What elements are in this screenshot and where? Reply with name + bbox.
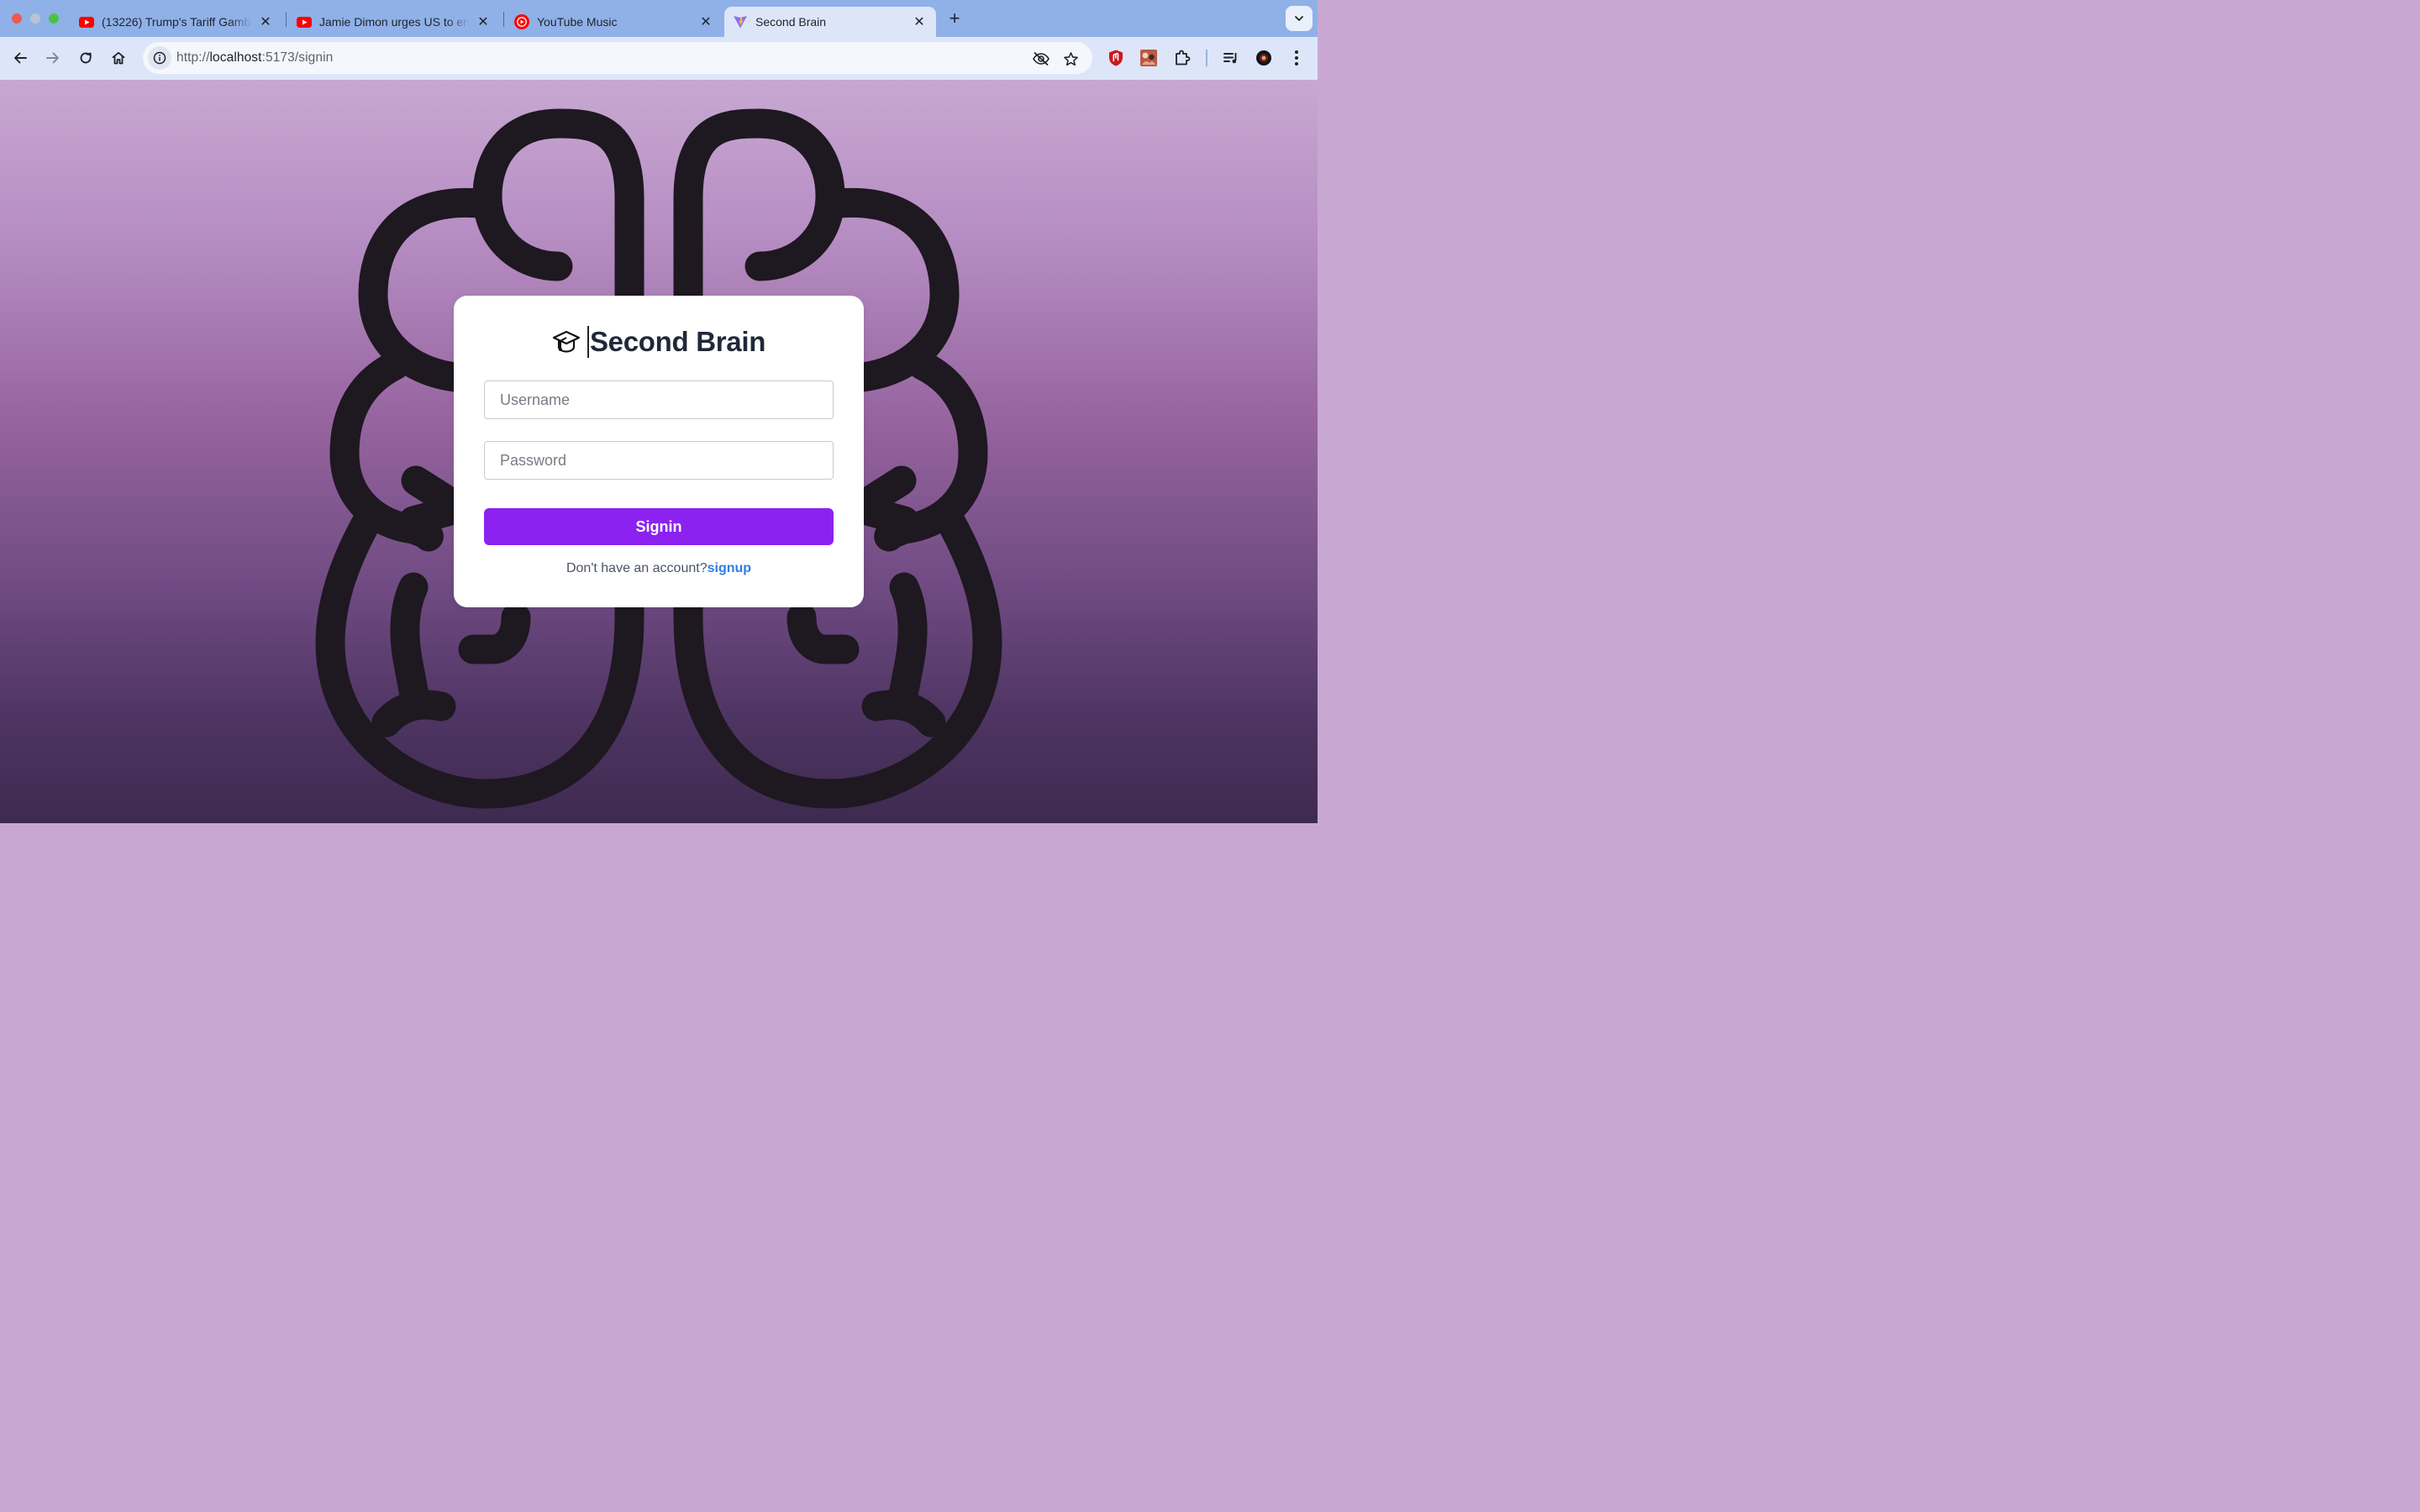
tab-jamie-dimon[interactable]: Jamie Dimon urges US to engage ✕ [288, 7, 500, 37]
youtube-icon [297, 14, 312, 29]
home-icon[interactable] [108, 47, 129, 69]
site-info-icon[interactable] [148, 46, 171, 70]
youtube-icon [79, 14, 94, 29]
tab-divider [286, 12, 287, 27]
browser-toolbar: http://localhost:5173/signin [0, 37, 1318, 80]
eye-off-icon[interactable] [1032, 50, 1050, 68]
tab-title: (13226) Trump's Tariff Gamble [102, 15, 252, 29]
window-maximize-button[interactable] [49, 13, 59, 24]
tab-close-icon[interactable]: ✕ [257, 13, 274, 30]
new-tab-icon[interactable]: + [944, 8, 965, 29]
tab-trump-tariff[interactable]: (13226) Trump's Tariff Gamble ✕ [71, 7, 282, 37]
reload-icon[interactable] [75, 47, 97, 69]
signin-card: Second Brain Signin Don't have an accoun… [454, 296, 864, 607]
url-path: :5173/signin [261, 50, 334, 65]
back-icon[interactable] [9, 47, 31, 69]
profile-avatar[interactable] [1254, 48, 1274, 68]
page-viewport: Second Brain Signin Don't have an accoun… [0, 80, 1318, 823]
toolbar-divider [1206, 50, 1207, 66]
tab-divider [503, 12, 504, 27]
forward-icon[interactable] [42, 47, 64, 69]
brand-header: Second Brain [454, 326, 864, 358]
url-text[interactable]: http://localhost:5173/signin [176, 50, 333, 66]
tab-youtube-music[interactable]: YouTube Music ✕ [506, 7, 723, 37]
tab-title: Jamie Dimon urges US to engage [319, 15, 470, 29]
password-input[interactable] [484, 441, 834, 480]
puzzle-icon[interactable] [1172, 48, 1192, 68]
url-host: localhost [209, 50, 262, 65]
signin-button[interactable]: Signin [484, 508, 834, 545]
address-bar[interactable]: http://localhost:5173/signin [143, 42, 1092, 74]
extension-image-icon[interactable] [1139, 48, 1159, 68]
tab-close-icon[interactable]: ✕ [697, 13, 714, 30]
youtube-music-icon [514, 14, 529, 29]
vite-icon [733, 14, 748, 29]
graduation-cap-icon [552, 328, 581, 356]
tab-close-icon[interactable]: ✕ [911, 13, 928, 30]
username-input[interactable] [484, 381, 834, 419]
window-minimize-button[interactable] [30, 13, 40, 24]
ublock-icon[interactable] [1106, 48, 1126, 68]
signup-prompt: Don't have an account? [566, 561, 708, 575]
tab-second-brain[interactable]: Second Brain ✕ [724, 7, 936, 37]
brand-title: Second Brain [589, 326, 766, 357]
signup-prompt-row: Don't have an account?signup [454, 561, 864, 576]
tab-close-icon[interactable]: ✕ [475, 13, 492, 30]
media-queue-icon[interactable] [1221, 48, 1241, 68]
signup-link[interactable]: signup [708, 561, 751, 575]
star-icon[interactable] [1061, 50, 1080, 68]
tab-title: YouTube Music [537, 15, 618, 29]
more-menu-icon[interactable] [1286, 48, 1307, 68]
tab-search-button[interactable] [1286, 6, 1313, 31]
url-scheme: http:// [176, 50, 210, 65]
tab-title: Second Brain [755, 15, 827, 29]
window-close-button[interactable] [12, 13, 22, 24]
tab-strip: (13226) Trump's Tariff Gamble ✕ Jamie Di… [0, 0, 1318, 37]
chevron-down-icon [1295, 16, 1303, 21]
text-cursor [587, 326, 589, 358]
